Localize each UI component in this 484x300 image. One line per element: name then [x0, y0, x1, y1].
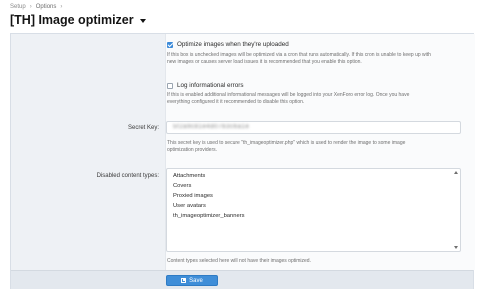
- log-errors-hint: If this is enabled additional informatio…: [167, 92, 467, 106]
- breadcrumb: Setup › Options ›: [10, 4, 62, 10]
- log-errors-option[interactable]: Log informational errors: [167, 82, 244, 89]
- optimize-on-upload-option[interactable]: Optimize images when they're uploaded: [167, 41, 289, 48]
- form-footer: Save: [11, 270, 473, 289]
- secret-key-label: Secret Key:: [127, 125, 159, 131]
- secret-hint-line-2: optimization providers.: [167, 147, 218, 153]
- content-types-label: Disabled content types:: [96, 173, 159, 179]
- content-types-listbox[interactable]: Attachments Covers Proxied images User a…: [166, 168, 461, 252]
- save-button-label: Save: [189, 277, 203, 284]
- breadcrumb-separator-trailing: ›: [60, 4, 63, 10]
- page-title-text: [TH] Image optimizer: [10, 13, 134, 27]
- save-button[interactable]: Save: [166, 275, 218, 286]
- log-hint-line-1: If this is enabled additional informatio…: [167, 92, 410, 98]
- content-type-option[interactable]: User avatars: [173, 203, 206, 209]
- content-types-hint: Content types selected here will not hav…: [167, 258, 311, 264]
- optimize-on-upload-hint: If this box is unchecked images will be …: [167, 52, 467, 66]
- log-hint-line-2: everything configured it it recommended …: [167, 99, 305, 105]
- breadcrumb-options[interactable]: Options: [36, 4, 57, 10]
- secret-key-input[interactable]: 5f2a9c81e4d07b3c6a1e: [166, 121, 461, 134]
- secret-hint-line-1: This secret key is used to secure "th_im…: [167, 140, 406, 146]
- optimize-hint-line-2: new images or causes server load issues …: [167, 59, 362, 65]
- scroll-up-arrow-icon[interactable]: [454, 171, 458, 174]
- page-title[interactable]: [TH] Image optimizer: [10, 13, 146, 27]
- optimize-hint-line-1: If this box is unchecked images will be …: [167, 52, 431, 58]
- optimize-on-upload-checkbox[interactable]: [167, 41, 173, 48]
- content-type-option[interactable]: Attachments: [173, 173, 205, 179]
- breadcrumb-separator: ›: [29, 4, 32, 10]
- secret-key-hint: This secret key is used to secure "th_im…: [167, 140, 467, 154]
- optimize-on-upload-label: Optimize images when they're uploaded: [177, 41, 289, 48]
- save-disk-icon: [181, 278, 187, 283]
- log-errors-label: Log informational errors: [177, 82, 244, 89]
- secret-key-value: 5f2a9c81e4d07b3c6a1e: [173, 124, 250, 130]
- log-errors-checkbox[interactable]: [167, 82, 173, 89]
- content-type-option[interactable]: th_imageoptimizer_banners: [173, 213, 245, 219]
- caret-down-icon[interactable]: [139, 18, 146, 23]
- scroll-down-arrow-icon[interactable]: [454, 246, 458, 249]
- content-type-option[interactable]: Covers: [173, 183, 191, 189]
- content-type-option[interactable]: Proxied images: [173, 193, 213, 199]
- breadcrumb-setup[interactable]: Setup: [10, 4, 26, 10]
- options-panel: Optimize images when they're uploaded If…: [10, 33, 475, 289]
